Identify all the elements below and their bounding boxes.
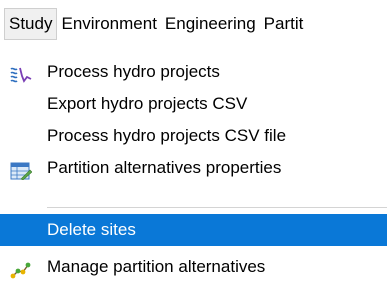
menu-item-export-hydro-projects-csv[interactable]: Export hydro projects CSV	[0, 88, 387, 120]
menu-environment[interactable]: Environment	[57, 8, 160, 40]
menu-item-process-hydro-projects-csv-file[interactable]: Process hydro projects CSV file	[0, 120, 387, 152]
menu-item-label: Delete sites	[47, 220, 136, 239]
menu-item-label: Process hydro projects	[47, 62, 220, 81]
study-dropdown-menu: Process hydro projects Export hydro proj…	[0, 48, 387, 283]
menu-item-manage-partition-alternatives[interactable]: Manage partition alternatives	[0, 251, 387, 283]
menu-engineering[interactable]: Engineering	[161, 8, 260, 40]
menu-partit[interactable]: Partit	[260, 8, 308, 40]
partition-network-icon	[10, 258, 32, 279]
menu-item-label: Process hydro projects CSV file	[47, 126, 287, 145]
menu-item-label: Manage partition alternatives	[47, 257, 266, 276]
menu-item-label: Export hydro projects CSV	[47, 94, 248, 113]
menu-study[interactable]: Study	[4, 8, 58, 40]
menu-separator	[47, 207, 387, 208]
menu-item-process-hydro-projects[interactable]: Process hydro projects	[0, 56, 387, 88]
menu-item-label: Partition alternatives properties	[47, 158, 282, 177]
properties-sheet-icon	[10, 159, 33, 181]
menu-item-partition-alternatives-properties[interactable]: Partition alternatives properties	[0, 152, 387, 184]
hydro-chart-icon	[10, 63, 32, 83]
menu-bar: Study Environment Engineering Partit	[0, 0, 387, 48]
menu-item-delete-sites[interactable]: Delete sites	[0, 214, 387, 246]
